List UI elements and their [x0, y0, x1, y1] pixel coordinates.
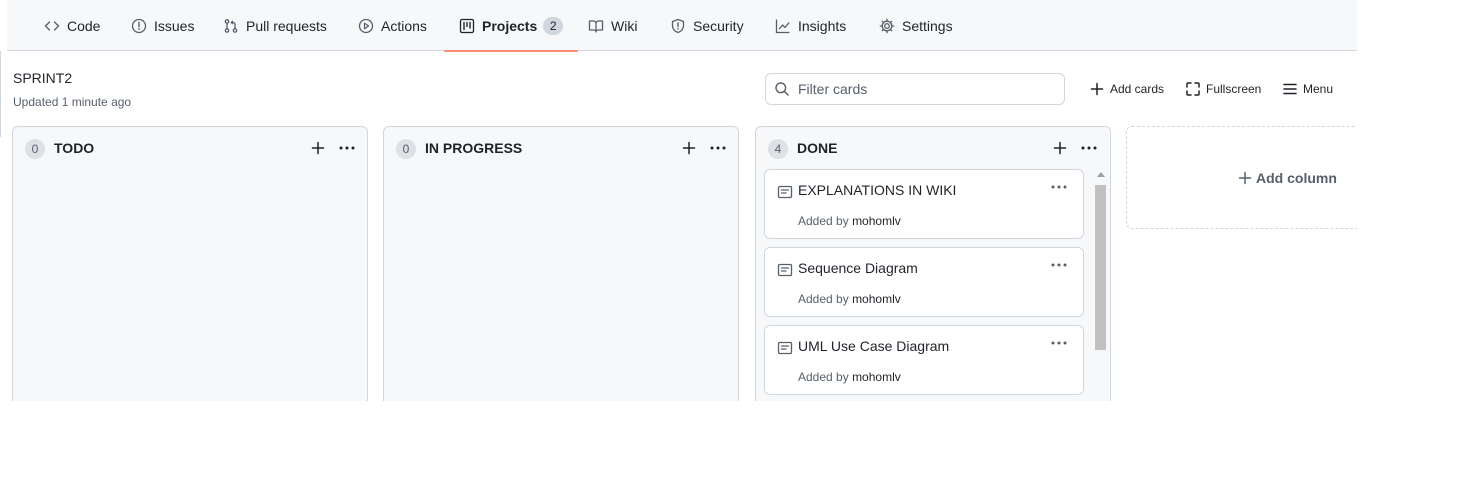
card-author[interactable]: mohomlv	[852, 214, 901, 228]
fullscreen-label: Fullscreen	[1206, 82, 1262, 96]
card-menu-button[interactable]	[1048, 256, 1070, 274]
column-menu-button[interactable]	[707, 137, 729, 159]
plus-icon	[311, 141, 325, 155]
screen-full-icon	[1186, 82, 1200, 96]
add-card-button[interactable]	[1051, 137, 1069, 159]
nav-projects[interactable]: Projects 2	[443, 0, 579, 52]
note-icon	[777, 341, 793, 355]
repo-nav: Code Issues Pull requests Actions Projec…	[7, 0, 1357, 52]
nav-code[interactable]: Code	[44, 0, 100, 51]
scroll-up-arrow-icon[interactable]	[1097, 172, 1105, 177]
column-title: DONE	[797, 140, 838, 156]
issue-opened-icon	[131, 18, 147, 33]
column-scrollbar[interactable]	[1094, 169, 1108, 401]
nav-issues[interactable]: Issues	[131, 0, 194, 51]
card-author[interactable]: mohomlv	[852, 292, 901, 306]
shield-icon	[671, 18, 685, 33]
hamburger-menu-icon	[1283, 83, 1297, 95]
card-title: EXPLANATIONS IN WIKI	[798, 182, 957, 198]
card-meta: Added by mohomlv	[798, 214, 901, 228]
add-column-button[interactable]: Add column	[1126, 126, 1357, 229]
card-added-by-label: Added by	[798, 214, 849, 228]
gear-icon	[879, 18, 895, 33]
kebab-horizontal-icon	[1051, 185, 1067, 189]
column-menu-button[interactable]	[1078, 137, 1100, 159]
add-card-button[interactable]	[680, 137, 698, 159]
card-author[interactable]: mohomlv	[852, 370, 901, 384]
plus-icon	[682, 141, 696, 155]
column-card-count: 0	[25, 139, 45, 159]
card-menu-button[interactable]	[1048, 334, 1070, 352]
card-uml-use-case-diagram[interactable]: UML Use Case Diagram Added by mohomlv	[764, 325, 1084, 395]
nav-wiki-label: Wiki	[611, 17, 638, 34]
column-card-count: 4	[768, 139, 788, 159]
add-column-label: Add column	[1256, 170, 1337, 186]
nav-insights-label: Insights	[798, 17, 847, 34]
column-done: 4 DONE EXPLANATIONS IN WIKI Added by moh…	[755, 126, 1111, 401]
nav-insights[interactable]: Insights	[775, 0, 846, 51]
card-meta: Added by mohomlv	[798, 370, 901, 384]
search-icon	[775, 82, 789, 96]
column-title: IN PROGRESS	[425, 140, 523, 156]
plus-icon	[1090, 82, 1104, 96]
play-icon	[358, 18, 374, 33]
card-sequence-diagram[interactable]: Sequence Diagram Added by mohomlv	[764, 247, 1084, 317]
add-column-content: Add column	[1237, 170, 1337, 186]
add-cards-label: Add cards	[1110, 82, 1165, 96]
column-title: TODO	[54, 140, 95, 156]
card-added-by-label: Added by	[798, 292, 849, 306]
kebab-horizontal-icon	[1051, 341, 1067, 345]
plus-icon	[1053, 141, 1067, 155]
project-icon	[459, 18, 475, 33]
add-card-button[interactable]	[309, 137, 327, 159]
project-board: 0 TODO 0 IN PROGRESS 4 DONE EXPLANATIONS…	[0, 120, 1357, 401]
menu-button[interactable]: Menu	[1282, 78, 1333, 100]
add-cards-button[interactable]: Add cards	[1089, 78, 1164, 100]
kebab-horizontal-icon	[1051, 263, 1067, 267]
nav-settings[interactable]: Settings	[879, 0, 953, 51]
card-title: UML Use Case Diagram	[798, 338, 950, 354]
code-icon	[44, 20, 60, 31]
project-updated-time: Updated 1 minute ago	[13, 95, 132, 109]
column-card-count: 0	[396, 139, 416, 159]
kebab-horizontal-icon	[339, 146, 355, 150]
fullscreen-button[interactable]: Fullscreen	[1185, 78, 1261, 100]
scrollbar-thumb[interactable]	[1095, 185, 1106, 350]
card-menu-button[interactable]	[1048, 178, 1070, 196]
kebab-horizontal-icon	[1081, 146, 1097, 150]
card-title: Sequence Diagram	[798, 260, 918, 276]
menu-label: Menu	[1303, 82, 1334, 96]
card-added-by-label: Added by	[798, 370, 849, 384]
nav-pull-requests[interactable]: Pull requests	[223, 0, 327, 51]
filter-cards-input[interactable]	[798, 81, 1058, 97]
nav-wiki[interactable]: Wiki	[588, 0, 637, 51]
card-meta: Added by mohomlv	[798, 292, 901, 306]
book-icon	[588, 19, 604, 33]
projects-counter: 2	[543, 16, 564, 35]
git-pull-request-icon	[224, 18, 238, 33]
nav-security[interactable]: Security	[670, 0, 744, 51]
plus-icon	[1238, 171, 1252, 185]
card-explanations-in-wiki[interactable]: EXPLANATIONS IN WIKI Added by mohomlv	[764, 169, 1084, 239]
kebab-horizontal-icon	[710, 146, 726, 150]
filter-cards-box	[765, 73, 1065, 105]
note-icon	[777, 263, 793, 277]
graph-icon	[775, 19, 790, 33]
column-menu-button[interactable]	[336, 137, 358, 159]
nav-projects-label: Projects	[482, 17, 538, 34]
nav-actions[interactable]: Actions	[358, 0, 427, 51]
project-title: SPRINT2	[13, 70, 73, 86]
column-in-progress: 0 IN PROGRESS	[383, 126, 739, 401]
column-todo: 0 TODO	[12, 126, 368, 401]
nav-security-label: Security	[693, 17, 744, 34]
note-icon	[777, 185, 793, 199]
nav-code-label: Code	[67, 17, 101, 34]
nav-pull-requests-label: Pull requests	[246, 17, 327, 34]
nav-actions-label: Actions	[381, 17, 427, 34]
nav-settings-label: Settings	[902, 17, 953, 34]
nav-issues-label: Issues	[154, 17, 195, 34]
